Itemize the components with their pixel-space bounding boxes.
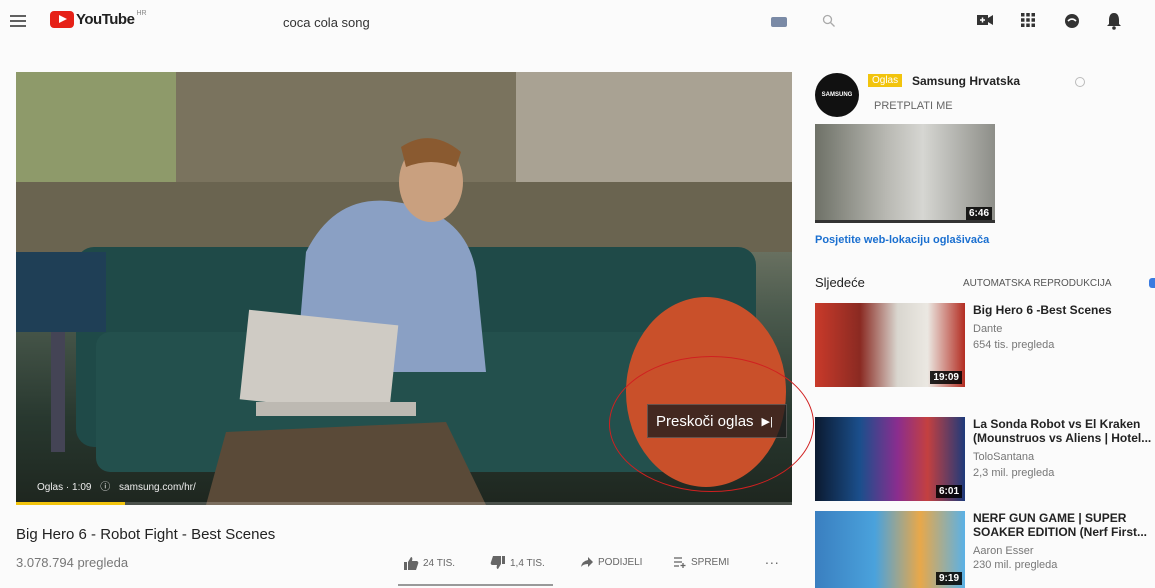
save-button[interactable]: SPREMI bbox=[673, 556, 729, 568]
view-count: 654 tis. pregleda bbox=[973, 339, 1055, 351]
dislike-count: 1,4 TIS. bbox=[510, 557, 545, 569]
like-ratio-bar bbox=[398, 584, 553, 586]
menu-icon[interactable] bbox=[10, 15, 26, 27]
share-button[interactable]: PODIJELI bbox=[580, 556, 642, 568]
messages-icon[interactable] bbox=[1063, 12, 1081, 30]
ad-info-icon[interactable]: ⓘ bbox=[100, 482, 110, 493]
autoplay-toggle[interactable] bbox=[1149, 278, 1155, 288]
top-bar: YouTube HR bbox=[0, 0, 1155, 44]
skip-ad-button[interactable]: Preskoči oglas ▶| bbox=[647, 404, 787, 438]
ad-url[interactable]: samsung.com/hr/ bbox=[119, 482, 196, 493]
view-count: 2,3 mil. pregleda bbox=[973, 467, 1055, 479]
logo-text: YouTube bbox=[76, 11, 135, 28]
add-to-playlist-icon bbox=[674, 557, 686, 568]
keyboard-icon[interactable] bbox=[771, 17, 787, 27]
skip-ad-label: Preskoči oglas bbox=[656, 412, 754, 430]
youtube-play-icon bbox=[50, 11, 74, 28]
video-thumbnail[interactable]: 9:19 bbox=[815, 511, 965, 588]
advertiser-website-link[interactable]: Posjetite web-lokaciju oglašivača bbox=[815, 234, 989, 246]
video-player[interactable]: Oglas · 1:09 ⓘ samsung.com/hr/ Preskoči … bbox=[16, 72, 792, 505]
channel-name: Dante bbox=[973, 323, 1003, 335]
notifications-bell-icon[interactable] bbox=[1106, 12, 1122, 30]
search-icon[interactable] bbox=[822, 14, 836, 28]
ad-progress-bar[interactable] bbox=[16, 502, 792, 505]
advertiser-name[interactable]: Samsung Hrvatska bbox=[912, 74, 1020, 88]
view-count: 3.078.794 pregleda bbox=[16, 555, 129, 570]
more-actions-button[interactable]: ... bbox=[765, 551, 780, 567]
ad-duration: 6:46 bbox=[965, 207, 992, 220]
save-label: SPREMI bbox=[691, 556, 730, 568]
ad-progress-fill bbox=[16, 502, 125, 505]
search-input[interactable] bbox=[270, 8, 800, 36]
ad-badge: Oglas bbox=[868, 74, 903, 87]
youtube-logo[interactable]: YouTube HR bbox=[50, 10, 147, 28]
ad-info-icon[interactable] bbox=[1075, 77, 1085, 87]
create-video-icon[interactable] bbox=[976, 12, 994, 28]
dislike-button[interactable]: 1,4 TIS. bbox=[490, 556, 545, 570]
view-count: 230 mil. pregleda bbox=[973, 559, 1058, 571]
video-duration: 6:01 bbox=[935, 485, 962, 498]
video-title[interactable]: La Sonda Robot vs El Kraken (Mounstruos … bbox=[973, 417, 1153, 445]
ad-video-thumbnail[interactable]: 6:46 bbox=[815, 124, 995, 223]
up-next-heading: Sljedeće bbox=[815, 275, 865, 290]
channel-name: Aaron Esser bbox=[973, 545, 1034, 557]
ad-thumbnail-progress bbox=[815, 220, 995, 223]
video-thumbnail[interactable]: 19:09 bbox=[815, 303, 965, 387]
video-duration: 9:19 bbox=[935, 572, 962, 585]
ad-info: Oglas · 1:09 ⓘ samsung.com/hr/ bbox=[37, 478, 202, 493]
video-title: Big Hero 6 - Robot Fight - Best Scenes bbox=[16, 526, 276, 543]
subscribe-button[interactable]: PRETPLATI ME bbox=[874, 100, 953, 112]
share-label: PODIJELI bbox=[598, 556, 643, 568]
like-button[interactable]: 24 TIS. bbox=[403, 556, 455, 570]
advertiser-avatar[interactable]: SAMSUNG bbox=[815, 73, 859, 117]
like-count: 24 TIS. bbox=[423, 557, 456, 569]
thumbs-down-icon bbox=[490, 556, 505, 569]
thumbs-up-icon bbox=[404, 557, 419, 570]
video-title[interactable]: NERF GUN GAME | SUPER SOAKER EDITION (Ne… bbox=[973, 511, 1153, 539]
apps-grid-icon[interactable] bbox=[1020, 12, 1036, 28]
logo-country: HR bbox=[136, 10, 147, 17]
video-duration: 19:09 bbox=[930, 371, 962, 384]
ad-timer: Oglas · 1:09 bbox=[37, 482, 92, 493]
skip-next-icon: ▶| bbox=[761, 415, 773, 428]
autoplay-label: AUTOMATSKA REPRODUKCIJA bbox=[963, 278, 1112, 289]
video-frame-illustration bbox=[16, 72, 792, 505]
video-thumbnail[interactable]: 6:01 bbox=[815, 417, 965, 501]
channel-name: ToloSantana bbox=[973, 451, 1035, 463]
video-title[interactable]: Big Hero 6 -Best Scenes bbox=[973, 303, 1153, 317]
share-arrow-icon bbox=[581, 557, 593, 567]
